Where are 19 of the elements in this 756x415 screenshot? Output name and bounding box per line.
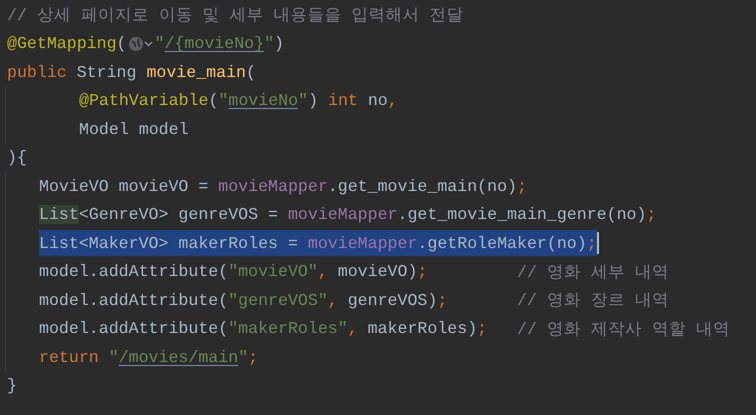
code-line: @PathVariable("movieNo") int no, — [79, 90, 398, 112]
code-line: } — [7, 375, 17, 398]
code-token: " — [264, 34, 274, 54]
code-line: model.addAttribute("movieVO", movieVO); // 영화 세부 내역 — [39, 261, 669, 284]
code-line: public String movie_main( — [7, 62, 256, 84]
globe-icon[interactable] — [128, 34, 154, 53]
code-line: return "/movies/main"; — [39, 346, 258, 369]
code-line: // 상세 페이지로 이동 및 세부 내용들을 입력해서 전달 — [7, 5, 464, 28]
code-token: ( — [116, 34, 127, 54]
code-token: @GetMapping — [7, 34, 117, 54]
code-line: List<GenreVO> genreVOS = movieMapper.get_movie_main_genre(no); — [39, 204, 656, 226]
code-line: Model model — [79, 118, 189, 141]
code-line: model.addAttribute("makerRoles", makerRoles); // 영화 제작사 역할 내역 — [39, 318, 730, 341]
code-line: MovieVO movieVO = movieMapper.get_movie_main(no); — [39, 176, 527, 198]
code-line: model.addAttribute("genreVOS", genreVOS); // 영화 장르 내역 — [39, 290, 669, 312]
code-token: " — [154, 34, 164, 54]
code-token: ) — [274, 34, 284, 54]
code-token: /{movieNo} — [164, 34, 264, 54]
code-line: ){ — [7, 147, 27, 170]
